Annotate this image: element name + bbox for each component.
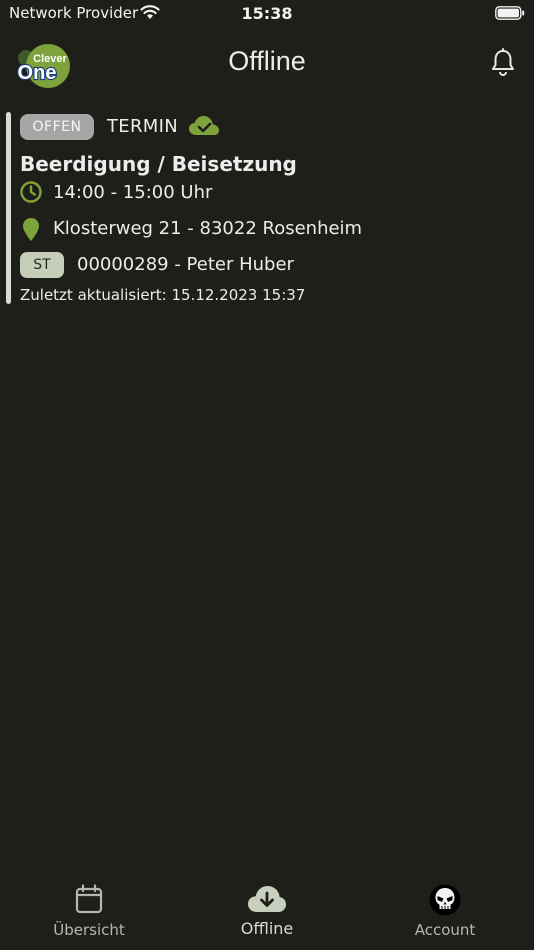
calendar-icon bbox=[75, 884, 103, 914]
screen: Network Provider 15:38 Clever One Offlin… bbox=[0, 0, 534, 950]
last-updated: Zuletzt aktualisiert: 15.12.2023 15:37 bbox=[20, 286, 306, 304]
status-bar: Network Provider 15:38 bbox=[0, 0, 534, 28]
appointment-time: 14:00 - 15:00 Uhr bbox=[53, 182, 213, 203]
cloud-download-icon bbox=[248, 886, 286, 912]
map-pin-icon bbox=[23, 218, 39, 241]
page-title: Offline bbox=[228, 46, 306, 76]
appointment-title: Beerdigung / Beisetzung bbox=[20, 152, 297, 176]
clock-icon bbox=[20, 181, 42, 203]
status-time: 15:38 bbox=[241, 4, 293, 23]
reference-text: 00000289 - Peter Huber bbox=[77, 254, 294, 275]
tab-account[interactable]: Account bbox=[356, 870, 534, 950]
tab-offline[interactable]: Offline bbox=[178, 870, 356, 950]
tab-label-offline: Offline bbox=[240, 919, 294, 938]
header: Clever One Offline bbox=[0, 34, 534, 90]
tab-uebersicht[interactable]: Übersicht bbox=[0, 870, 178, 950]
cloud-check-icon bbox=[189, 116, 219, 135]
status-badge: OFFEN bbox=[20, 114, 94, 140]
battery-icon bbox=[495, 6, 525, 20]
appointment-type: TERMIN bbox=[107, 116, 178, 137]
skull-avatar-icon bbox=[429, 884, 461, 916]
tab-bar: Übersicht Offline Account bbox=[0, 870, 534, 950]
tab-label-account: Account bbox=[414, 921, 476, 939]
bell-icon[interactable] bbox=[490, 48, 516, 76]
appointment-card[interactable]: OFFEN TERMIN Beerdigung / Beisetzung 14:… bbox=[6, 110, 526, 306]
reference-badge: ST bbox=[20, 252, 64, 278]
card-accent-bar bbox=[6, 112, 11, 304]
tab-label-uebersicht: Übersicht bbox=[53, 921, 125, 939]
appointment-location: Klosterweg 21 - 83022 Rosenheim bbox=[53, 218, 363, 239]
